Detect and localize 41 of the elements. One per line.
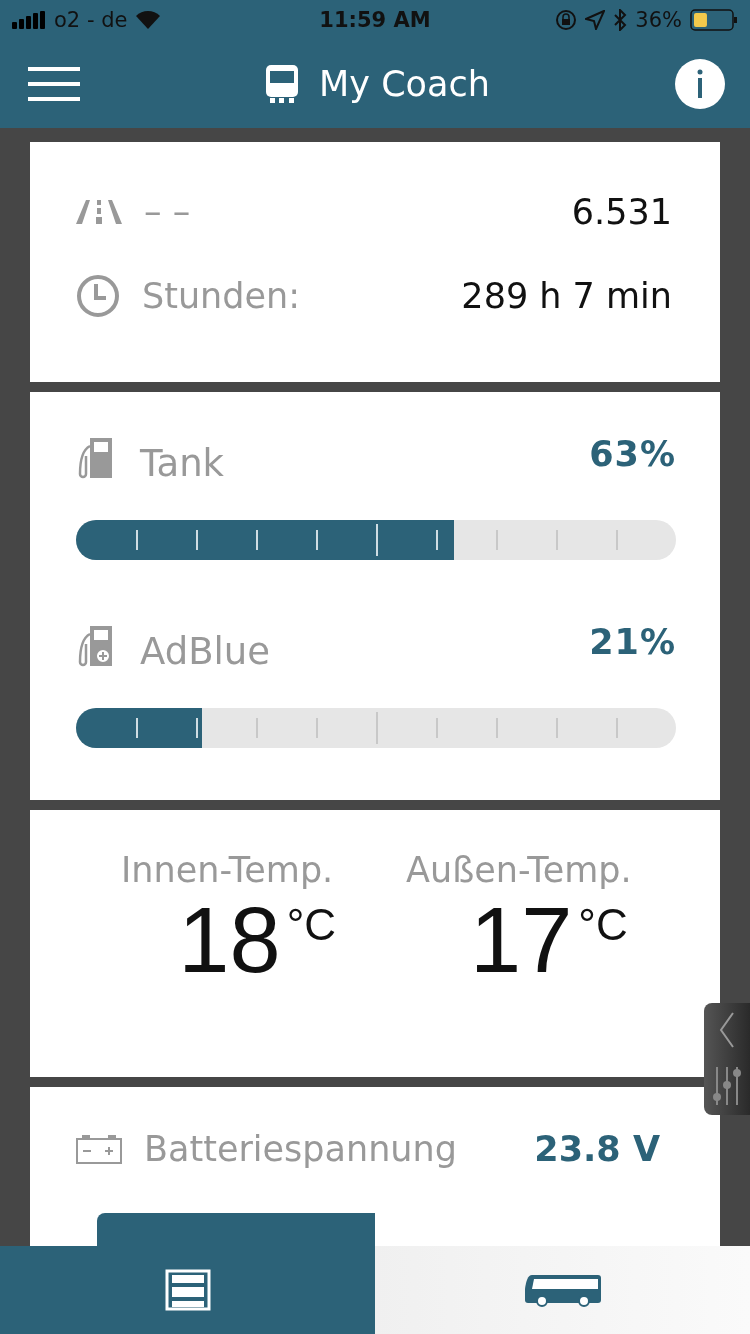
battery-voltage-value: 23.8 V — [534, 1129, 660, 1169]
level-label: Tank — [140, 442, 226, 485]
temperature-unit: °C — [578, 900, 628, 950]
location-arrow-icon — [585, 10, 606, 30]
info-icon — [675, 59, 725, 109]
battery-percentage: 36% — [635, 8, 682, 32]
temperature-unit: °C — [286, 900, 336, 950]
info-button[interactable] — [675, 59, 725, 109]
menu-icon — [28, 67, 80, 101]
battery-outline-icon — [76, 1134, 122, 1164]
level-reading: 63% — [589, 434, 676, 474]
app-title: My Coach — [319, 64, 490, 104]
layout-icon — [164, 1269, 211, 1311]
tab[interactable] — [375, 1246, 750, 1334]
temperature-label: Außen-Temp. — [406, 850, 632, 890]
bluetooth-icon — [613, 9, 628, 31]
clock-time: 11:59 AM — [319, 8, 431, 32]
bus-front-icon — [265, 64, 300, 104]
wifi-icon — [135, 10, 162, 30]
road-icon — [76, 200, 122, 224]
battery-icon — [690, 9, 738, 31]
odometer-value: 6.531 — [571, 192, 672, 232]
bus-icon — [523, 1273, 602, 1307]
signal-icon — [12, 11, 46, 29]
level-label: AdBlue — [140, 630, 272, 673]
temperature-value: 17 — [470, 890, 573, 992]
tab[interactable] — [0, 1246, 375, 1334]
sliders-icon — [712, 1065, 742, 1107]
level-reading: 21% — [589, 622, 676, 662]
side-panel-handle[interactable] — [704, 1003, 750, 1115]
odometer-label: – – — [144, 192, 192, 232]
chevron-left-icon — [719, 1011, 735, 1049]
hours-label: Stunden: — [142, 276, 302, 316]
battery-voltage-label: Batteriespannung — [144, 1129, 458, 1169]
clock-icon — [76, 274, 120, 318]
temperature-value: 18 — [178, 890, 281, 992]
carrier-name: o2 - de — [54, 8, 128, 32]
hours-value: 289 h 7 min — [461, 276, 672, 316]
menu-button[interactable] — [28, 67, 80, 101]
temperature-label: Innen-Temp. — [121, 850, 334, 890]
rotation-lock-icon — [555, 9, 578, 31]
